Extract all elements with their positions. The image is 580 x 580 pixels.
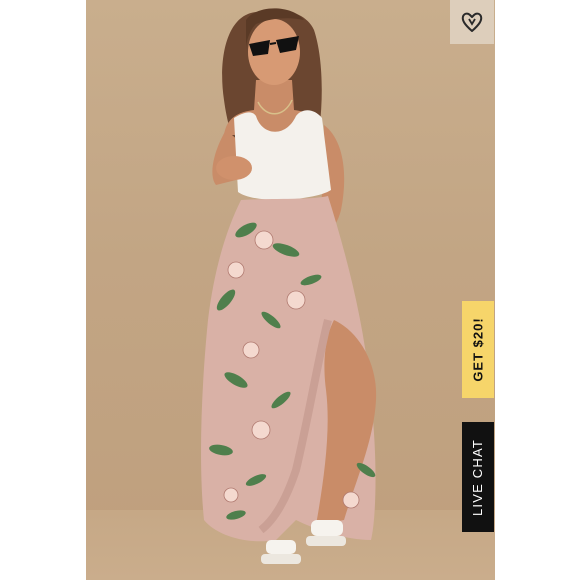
promo-tab[interactable]: GET $20! (462, 301, 494, 398)
live-chat-label: LIVE CHAT (470, 438, 486, 516)
live-chat-tab[interactable]: LIVE CHAT (462, 422, 494, 532)
promo-label: GET $20! (470, 317, 486, 382)
model-figure (201, 8, 377, 564)
wishlist-button[interactable] (450, 0, 494, 44)
heart-icon (461, 12, 483, 32)
product-photo (86, 0, 495, 580)
